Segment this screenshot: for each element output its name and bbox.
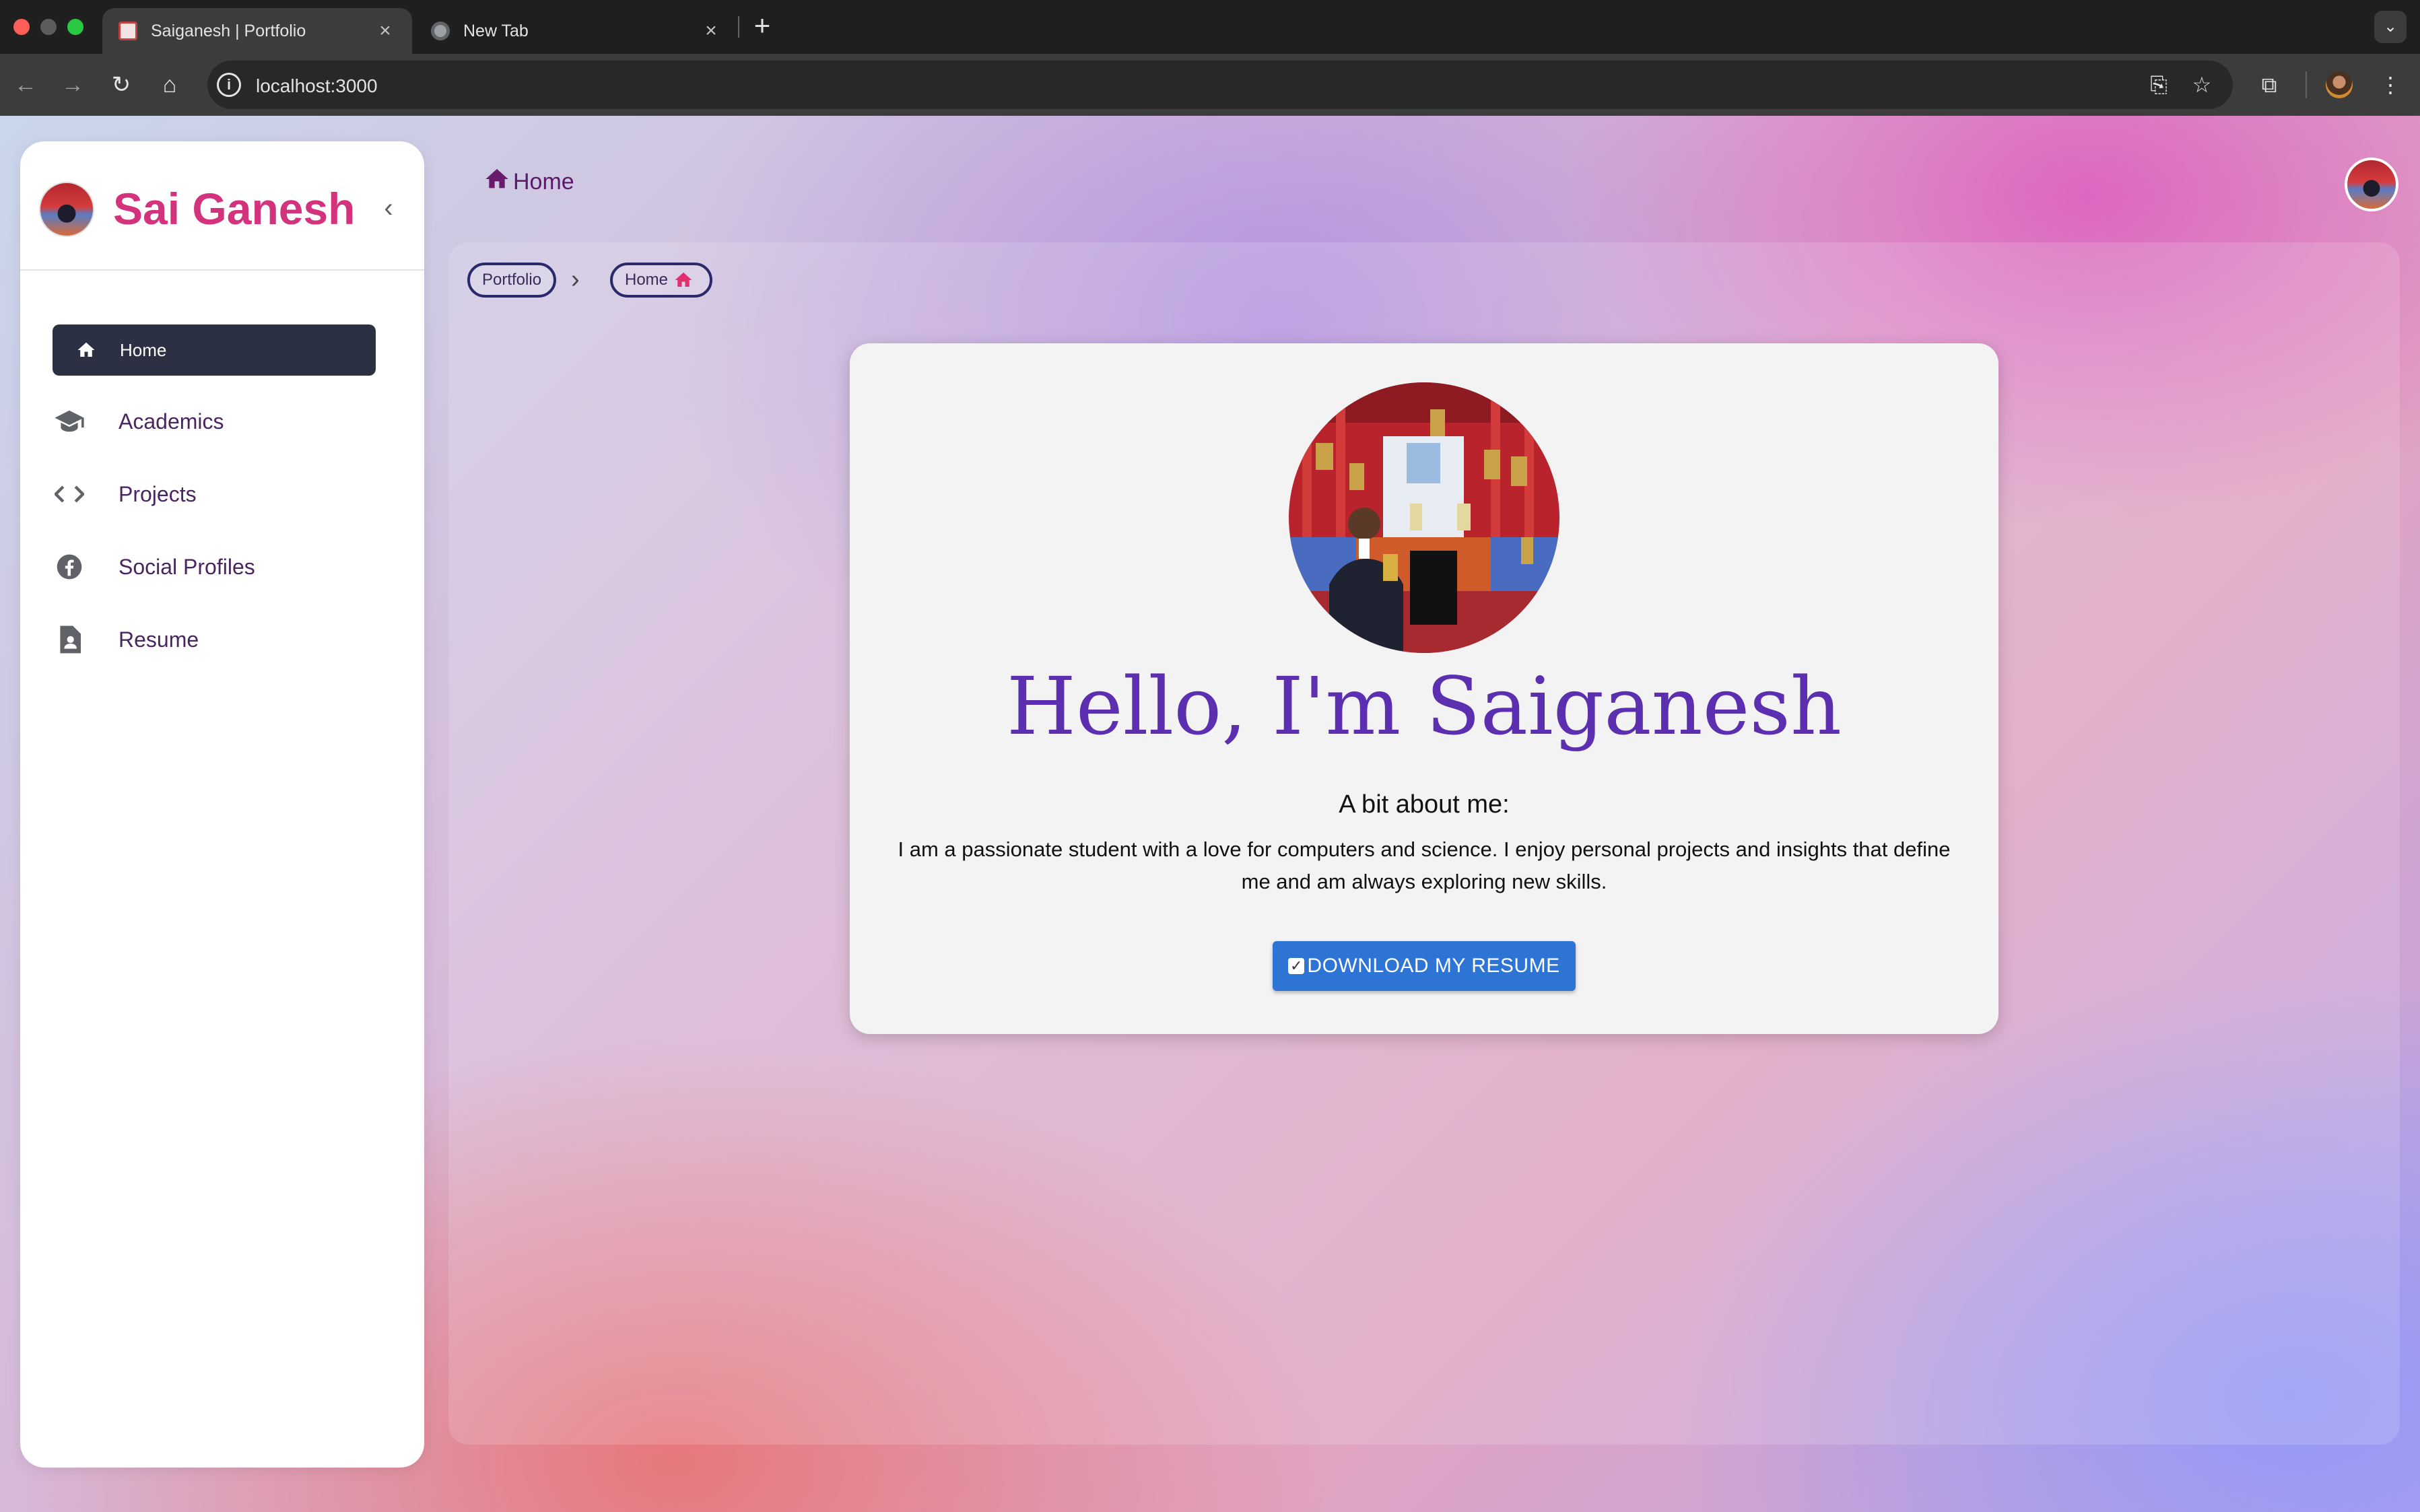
facebook-icon: [39, 553, 100, 580]
code-icon: [39, 483, 100, 505]
address-bar[interactable]: i localhost:3000 ⎘ ☆: [207, 61, 2233, 109]
browser-tab-new-tab[interactable]: New Tab ×: [415, 8, 738, 54]
greeting-heading: Hello, I'm Saiganesh: [1007, 660, 1842, 753]
page-title-text: Home: [513, 169, 574, 195]
back-arrow-icon[interactable]: ←: [11, 70, 40, 100]
install-app-icon[interactable]: ⎘: [2145, 71, 2172, 98]
site-info-icon[interactable]: i: [217, 73, 241, 97]
browser-tab-strip: Saiganesh | Portfolio × New Tab × + ⌄: [0, 0, 2420, 54]
tab-title: Saiganesh | Portfolio: [151, 21, 306, 40]
sidebar-item-label: Resume: [119, 627, 199, 652]
sidebar-item-academics[interactable]: Academics: [39, 396, 362, 447]
maximize-window-button[interactable]: [67, 19, 83, 35]
chevron-right-icon: ›: [571, 265, 580, 294]
chrome-favicon-icon: [431, 22, 450, 40]
sidebar: Sai Ganesh ‹ Home Academics Projects Soc…: [20, 141, 424, 1468]
minimize-window-button[interactable]: [40, 19, 57, 35]
home-icon: [53, 340, 120, 360]
browser-tab-portfolio[interactable]: Saiganesh | Portfolio ×: [102, 8, 412, 54]
browser-menu-icon[interactable]: ⋮: [2376, 70, 2405, 100]
reload-icon[interactable]: ↻: [106, 70, 136, 100]
sidebar-item-label: Home: [120, 339, 167, 360]
sidebar-item-home[interactable]: Home: [53, 324, 376, 376]
page-title: Home: [483, 166, 574, 199]
breadcrumb-portfolio[interactable]: Portfolio: [467, 263, 556, 298]
brand-name: Sai Ganesh: [113, 184, 356, 234]
tab-divider: [738, 16, 739, 38]
url-text[interactable]: localhost:3000: [256, 75, 378, 97]
sidebar-item-label: Projects: [119, 481, 197, 506]
brand-avatar: [39, 182, 94, 237]
portfolio-favicon-icon: [119, 22, 137, 40]
bookmark-star-icon[interactable]: ☆: [2188, 71, 2215, 98]
sidebar-item-label: Academics: [119, 409, 224, 434]
tab-search-button[interactable]: ⌄: [2374, 11, 2407, 43]
download-resume-label: DOWNLOAD MY RESUME: [1307, 955, 1560, 977]
browser-toolbar: ← → ↻ ⌂ i localhost:3000 ⎘ ☆ ⧉ ⋮: [0, 54, 2420, 116]
breadcrumb-home[interactable]: Home: [610, 263, 712, 298]
close-tab-icon[interactable]: ×: [700, 20, 722, 42]
extensions-icon[interactable]: ⧉: [2254, 70, 2284, 100]
intro-card: Hello, I'm Saiganesh A bit about me: I a…: [850, 343, 1998, 1034]
home-icon: [673, 270, 694, 290]
sidebar-item-label: Social Profiles: [119, 554, 255, 579]
graduation-cap-icon: [39, 409, 100, 434]
home-icon: [483, 166, 510, 199]
breadcrumb-label: Portfolio: [482, 271, 542, 289]
resume-icon: [39, 625, 100, 654]
new-tab-button[interactable]: +: [747, 9, 777, 42]
home-button-icon[interactable]: ⌂: [155, 70, 184, 100]
download-resume-button[interactable]: ✓ DOWNLOAD MY RESUME: [1273, 941, 1576, 991]
sidebar-item-projects[interactable]: Projects: [39, 469, 362, 520]
profile-photo: [1289, 382, 1559, 653]
close-window-button[interactable]: [13, 19, 30, 35]
user-avatar[interactable]: [2345, 158, 2398, 211]
forward-arrow-icon[interactable]: →: [58, 70, 88, 100]
about-text: I am a passionate student with a love fo…: [898, 837, 1951, 893]
close-tab-icon[interactable]: ×: [374, 20, 396, 42]
tab-title: New Tab: [463, 21, 529, 40]
about-title: A bit about me:: [1339, 790, 1510, 819]
page-viewport: Sai Ganesh ‹ Home Academics Projects Soc…: [0, 116, 2420, 1512]
toolbar-divider: [2306, 71, 2307, 98]
sidebar-item-resume[interactable]: Resume: [39, 614, 362, 665]
sidebar-divider: [20, 269, 424, 271]
breadcrumb-label: Home: [625, 271, 669, 289]
checkbox-icon: ✓: [1288, 958, 1305, 974]
collapse-sidebar-button[interactable]: ‹: [372, 191, 405, 225]
sidebar-item-social-profiles[interactable]: Social Profiles: [39, 541, 362, 592]
browser-profile-avatar[interactable]: [2326, 71, 2353, 98]
